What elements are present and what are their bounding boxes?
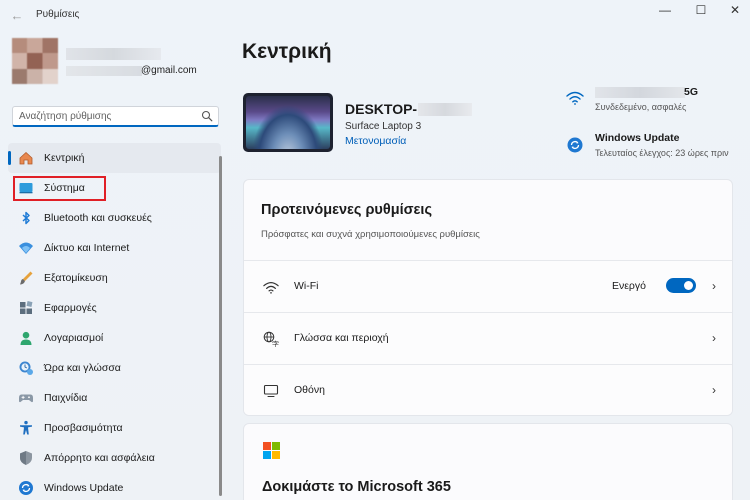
accounts-icon — [18, 330, 34, 346]
sidebar-nav: Κεντρική Σύστημα Bluetooth και συσκευές … — [8, 143, 221, 500]
recommended-settings-card: Προτεινόμενες ρυθμίσεις Πρόσφατες και συ… — [243, 179, 733, 416]
network-icon — [18, 240, 34, 256]
personalization-icon — [18, 270, 34, 286]
user-email: @gmail.com — [141, 65, 197, 76]
sidebar-item-label: Απόρρητο και ασφάλεια — [44, 452, 155, 464]
user-name-redacted — [66, 48, 161, 60]
wifi-icon — [263, 279, 279, 295]
search-icon[interactable] — [201, 110, 213, 122]
device-name-redacted — [418, 102, 473, 116]
title-bar: ← Ρυθμίσεις — ☐ ✕ — [0, 0, 750, 30]
windows-update-last-checked: Τελευταίος έλεγχος: 23 ώρες πριν — [595, 148, 729, 158]
sidebar-item-accessibility[interactable]: Προσβασιμότητα — [8, 413, 221, 443]
setting-row-language-region[interactable]: 字 Γλώσσα και περιοχή › — [244, 312, 732, 364]
home-icon — [18, 150, 34, 166]
sidebar-item-system[interactable]: Σύστημα — [8, 173, 221, 203]
sidebar-item-label: Δίκτυο και Internet — [44, 242, 130, 254]
windows-update-icon — [18, 480, 34, 496]
sidebar-item-time-language[interactable]: Ώρα και γλώσσα — [8, 353, 221, 383]
toggle-state-label: Ενεργό — [612, 280, 646, 292]
sidebar-item-label: Κεντρική — [44, 152, 85, 164]
time-language-icon — [18, 360, 34, 376]
sidebar-item-label: Προσβασιμότητα — [44, 422, 123, 434]
sidebar-item-label: Bluetooth και συσκευές — [44, 212, 152, 224]
sidebar-item-apps[interactable]: Εφαρμογές — [8, 293, 221, 323]
card-subtitle: Πρόσφατες και συχνά χρησιμοποιούμενες ρυ… — [261, 229, 480, 240]
device-name-group: DESKTOP- — [345, 101, 473, 117]
sidebar-item-label: Εφαρμογές — [44, 302, 97, 314]
device-wallpaper-thumbnail — [243, 93, 333, 152]
back-button[interactable]: ← — [9, 8, 25, 24]
close-button[interactable]: ✕ — [720, 2, 750, 22]
rename-link[interactable]: Μετονομασία — [345, 135, 406, 147]
microsoft365-title: Δοκιμάστε το Microsoft 365 — [262, 479, 451, 495]
sidebar-item-accounts[interactable]: Λογαριασμοί — [8, 323, 221, 353]
setting-label: Γλώσσα και περιοχή — [294, 332, 389, 344]
apps-icon — [18, 300, 34, 316]
card-title: Προτεινόμενες ρυθμίσεις — [261, 202, 432, 218]
privacy-icon — [18, 450, 34, 466]
setting-label: Οθόνη — [294, 384, 325, 396]
chevron-right-icon[interactable]: › — [712, 383, 716, 397]
chevron-right-icon[interactable]: › — [712, 279, 716, 293]
email-redacted — [66, 66, 142, 76]
setting-row-wifi[interactable]: Wi-Fi Ενεργό › — [244, 260, 732, 312]
display-icon — [263, 383, 279, 399]
page-title: Κεντρική — [242, 40, 332, 63]
sidebar-item-privacy[interactable]: Απόρρητο και ασφάλεια — [8, 443, 221, 473]
wifi-status: Συνδεδεμένο, ασφαλές — [595, 102, 687, 112]
sidebar-item-label: Λογαριασμοί — [44, 332, 104, 344]
maximize-button[interactable]: ☐ — [686, 2, 716, 22]
chevron-right-icon[interactable]: › — [712, 331, 716, 345]
sidebar-item-personalization[interactable]: Εξατομίκευση — [8, 263, 221, 293]
sidebar-item-windows-update[interactable]: Windows Update — [8, 473, 221, 500]
settings-window: ← Ρυθμίσεις — ☐ ✕ @gmail.com Κεντρική Σύ… — [0, 0, 750, 500]
setting-row-display[interactable]: Οθόνη › — [244, 364, 732, 415]
setting-label: Wi-Fi — [294, 280, 319, 292]
language-region-icon: 字 — [263, 331, 279, 347]
accessibility-icon — [18, 420, 34, 436]
windows-update-icon[interactable] — [567, 137, 583, 153]
svg-text:字: 字 — [272, 340, 279, 348]
wallpaper-image — [246, 96, 330, 149]
sidebar-item-label: Ώρα και γλώσσα — [44, 362, 121, 374]
device-name: DESKTOP- — [345, 101, 418, 117]
wifi-icon[interactable] — [566, 91, 584, 105]
system-icon — [18, 180, 34, 196]
search-box[interactable] — [12, 106, 219, 127]
sidebar-item-home[interactable]: Κεντρική — [8, 143, 221, 173]
device-model: Surface Laptop 3 — [345, 121, 422, 132]
sidebar-item-label: Σύστημα — [44, 182, 85, 194]
gaming-icon — [18, 390, 34, 406]
sidebar-item-label: Εξατομίκευση — [44, 272, 108, 284]
bluetooth-icon — [18, 210, 34, 226]
sidebar-item-gaming[interactable]: Παιχνίδια — [8, 383, 221, 413]
microsoft-logo-icon — [263, 442, 280, 459]
wifi-network-name[interactable]: 5G — [684, 86, 698, 98]
microsoft365-card[interactable]: Δοκιμάστε το Microsoft 365 — [243, 423, 733, 500]
sidebar-item-label: Παιχνίδια — [44, 392, 88, 404]
minimize-button[interactable]: — — [650, 2, 680, 22]
sidebar-scrollbar[interactable] — [219, 156, 222, 496]
sidebar-item-label: Windows Update — [44, 482, 124, 494]
sidebar-item-network[interactable]: Δίκτυο και Internet — [8, 233, 221, 263]
sidebar-item-bluetooth[interactable]: Bluetooth και συσκευές — [8, 203, 221, 233]
windows-update-title[interactable]: Windows Update — [595, 132, 680, 144]
wifi-toggle[interactable] — [666, 278, 696, 293]
wifi-name-redacted — [595, 87, 685, 98]
app-title: Ρυθμίσεις — [36, 9, 80, 20]
search-input[interactable] — [19, 109, 199, 124]
avatar[interactable] — [12, 38, 58, 84]
